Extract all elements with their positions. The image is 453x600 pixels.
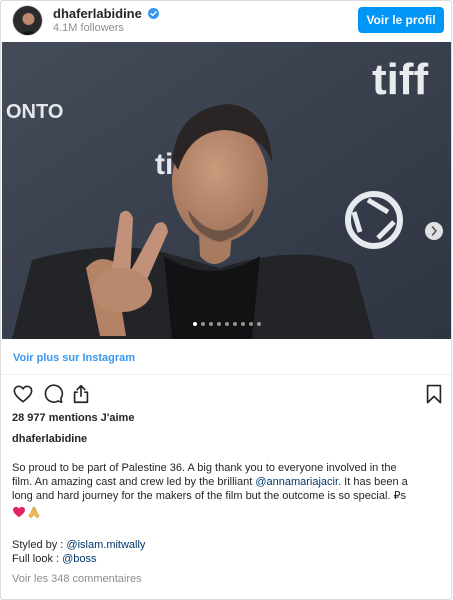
signage-onto: ONTO: [6, 101, 63, 123]
caption-username[interactable]: dhaferlabidine: [12, 433, 87, 445]
bookmark-icon[interactable]: [423, 383, 445, 405]
verified-badge-icon: [148, 8, 160, 19]
post-photo[interactable]: tiff ONTO ti: [2, 42, 451, 339]
chevron-right-icon: [431, 226, 437, 236]
instagram-embed-card: dhaferlabidine 4.1M followers Voir le pr…: [0, 0, 452, 600]
share-upload-icon[interactable]: [70, 383, 92, 405]
caption-line: long and hard journey for the makers of …: [12, 490, 407, 502]
username-link[interactable]: dhaferlabidine: [53, 6, 160, 21]
followers-count: 4.1M followers: [53, 22, 124, 34]
caption-text: So proud to be part of Palestine 36. A b…: [12, 461, 442, 503]
username-text: dhaferlabidine: [53, 6, 142, 21]
carousel-dot: [209, 322, 213, 326]
caption-line: So proud to be part of Palestine 36. A b…: [12, 462, 397, 474]
view-more-on-instagram-link[interactable]: Voir plus sur Instagram: [13, 352, 135, 364]
brand-mention-link[interactable]: @boss: [62, 553, 96, 565]
divider: [1, 374, 451, 375]
signage-ti: ti: [155, 148, 173, 181]
view-profile-button[interactable]: Voir le profil: [358, 7, 444, 33]
carousel-dot: [193, 322, 197, 326]
carousel-dot: [201, 322, 205, 326]
carousel-dot: [241, 322, 245, 326]
heart-outline-icon[interactable]: [12, 383, 34, 405]
post-header: dhaferlabidine 4.1M followers Voir le pr…: [1, 1, 451, 41]
carousel-dot: [217, 322, 221, 326]
next-photo-button[interactable]: [425, 222, 443, 240]
avatar[interactable]: [12, 5, 43, 36]
photo-image: tiff ONTO ti: [2, 42, 451, 339]
styled-by-label: Styled by :: [12, 539, 67, 551]
carousel-dot: [233, 322, 237, 326]
carousel-indicator: [1, 322, 451, 330]
full-look-label: Full look :: [12, 553, 63, 565]
mention-link[interactable]: @annamariajacir: [255, 476, 338, 488]
folded-hands-emoji: [28, 506, 40, 519]
caption-fragment: . It has been a: [338, 476, 408, 488]
carousel-dot: [225, 322, 229, 326]
carousel-dot: [249, 322, 253, 326]
avatar-image: [13, 6, 42, 35]
caption-line: film. An amazing cast and crew led by th…: [12, 475, 442, 489]
full-look-line: Full look : @boss: [12, 553, 97, 565]
red-heart-emoji: [13, 506, 25, 518]
stylist-mention-link[interactable]: @islam.mitwally: [66, 539, 145, 551]
comment-bubble-icon[interactable]: [42, 383, 64, 405]
view-comments-link[interactable]: Voir les 348 commentaires: [12, 573, 142, 585]
carousel-dot: [257, 322, 261, 326]
caption-fragment: film. An amazing cast and crew led by th…: [12, 476, 256, 488]
styled-by-line: Styled by : @islam.mitwally: [12, 539, 145, 551]
signage-tiff: tiff: [372, 55, 429, 104]
likes-count: 28 977 mentions J'aime: [12, 412, 135, 424]
